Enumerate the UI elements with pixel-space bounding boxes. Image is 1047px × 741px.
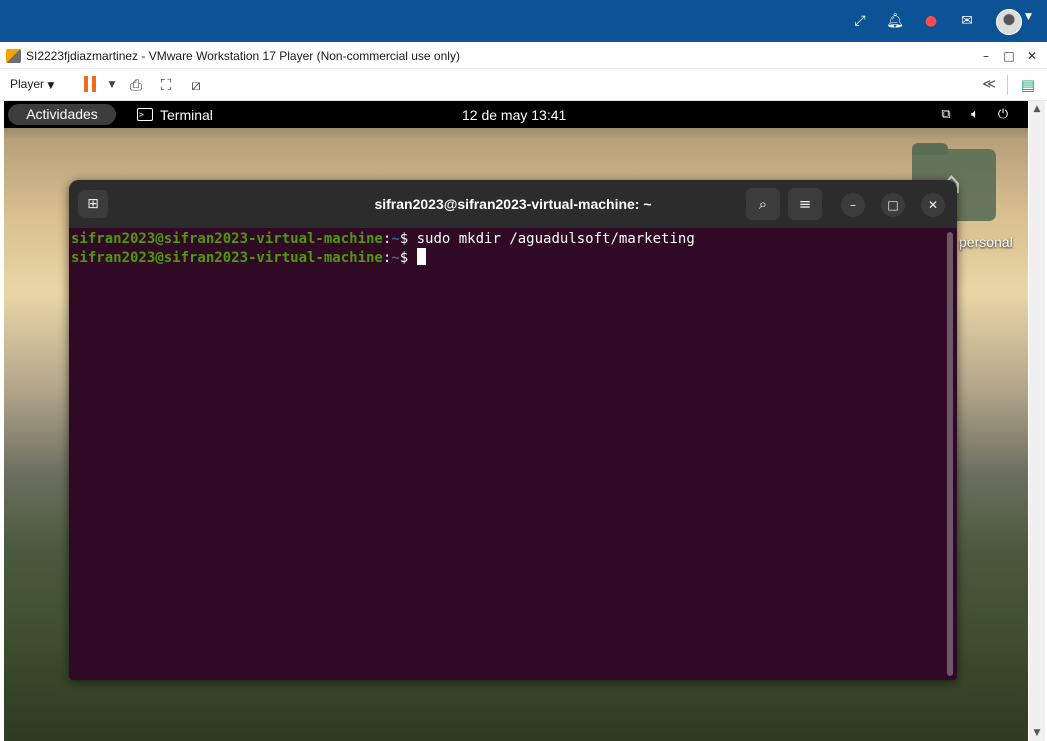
volume-icon[interactable]: 🔈︎ (966, 105, 984, 125)
terminal-header-bar[interactable]: sifran2023@sifran2023-virtual-machine: ~… (69, 180, 957, 228)
clock[interactable]: 12 de may 13:41 (462, 105, 566, 125)
bell-icon[interactable]: 🔔︎ (886, 12, 904, 30)
close-button[interactable]: ✕ (1023, 47, 1041, 65)
network-icon[interactable]: ⧉ (937, 105, 955, 125)
app-menu[interactable]: Terminal (137, 105, 213, 125)
expand-icon[interactable]: ⤢ (851, 12, 869, 30)
window-title: SI2223fjdiazmartinez - VMware Workstatio… (26, 49, 460, 63)
vm-scrollbar[interactable]: ▲ ▼ (1029, 101, 1045, 741)
terminal-icon (137, 105, 153, 125)
toolbar-divider (1007, 75, 1008, 95)
search-button[interactable]: ⌕ (746, 188, 780, 220)
player-menu-label: Player (10, 77, 45, 91)
chevron-down-icon: ▼ (47, 81, 55, 91)
activities-button[interactable]: Actividades (8, 104, 116, 125)
terminal-output[interactable]: sifran2023@sifran2023-virtual-machine:~$… (69, 228, 947, 680)
terminal-title: sifran2023@sifran2023-virtual-machine: ~ (374, 196, 652, 212)
vmware-logo-icon (6, 49, 21, 63)
fullscreen-icon[interactable]: ⛶ (156, 75, 176, 95)
prompt-user: sifran2023@sifran2023-virtual-machine (71, 231, 383, 247)
prompt-symbol: $ (399, 250, 417, 266)
chevron-down-icon[interactable]: ▼ (102, 75, 122, 95)
chat-icon[interactable]: ● (922, 12, 940, 30)
minimize-button[interactable]: – (841, 193, 865, 217)
player-menu[interactable]: Player ▼ (10, 77, 54, 91)
notes-icon[interactable]: ▤ (1018, 75, 1038, 95)
vmware-title-bar: SI2223fjdiazmartinez - VMware Workstatio… (0, 44, 1047, 69)
power-icon[interactable]: ⏻ (994, 105, 1012, 125)
maximize-button[interactable]: □ (1000, 47, 1018, 65)
minimize-button[interactable]: – (977, 47, 995, 65)
prompt-path: ~ (391, 250, 400, 266)
pause-button[interactable] (82, 75, 98, 93)
gnome-top-bar: Actividades Terminal 12 de may 13:41 ⧉ 🔈… (4, 101, 1028, 128)
terminal-window[interactable]: sifran2023@sifran2023-virtual-machine: ~… (69, 180, 957, 680)
close-button[interactable]: ✕ (921, 193, 945, 217)
vm-screen[interactable]: Actividades Terminal 12 de may 13:41 ⧉ 🔈… (4, 101, 1028, 741)
scroll-up-icon[interactable]: ▲ (1029, 101, 1045, 117)
app-menu-label: Terminal (160, 107, 213, 123)
command-text: sudo mkdir /aguadulsoft/marketing (416, 231, 695, 247)
prompt-path: ~ (391, 231, 400, 247)
new-tab-button[interactable]: ⊞ (78, 190, 108, 218)
text-cursor (416, 248, 426, 265)
vmware-toolbar: Player ▼ ▼ ⎙ ⛶ ⧄ ≪ ▤ (0, 69, 1047, 101)
avatar[interactable] (996, 9, 1022, 35)
terminal-line: sifran2023@sifran2023-virtual-machine:~$… (71, 230, 947, 248)
browser-top-bar: ⤢ 🔔︎ ● ✉ ▼ (0, 0, 1047, 42)
menu-button[interactable]: ≡ (788, 188, 822, 220)
scroll-down-icon[interactable]: ▼ (1029, 725, 1045, 741)
chevron-down-icon[interactable]: ▼ (1025, 12, 1032, 22)
home-folder-label[interactable]: personal (959, 234, 1013, 250)
terminal-scrollbar[interactable] (947, 232, 953, 676)
collapse-icon[interactable]: ≪ (979, 75, 999, 95)
send-ctrl-alt-del-icon[interactable]: ⎙ (126, 75, 146, 95)
unity-icon[interactable]: ⧄ (186, 75, 206, 95)
mail-icon[interactable]: ✉ (958, 12, 976, 30)
terminal-line: sifran2023@sifran2023-virtual-machine:~$ (71, 248, 947, 267)
maximize-button[interactable]: □ (881, 193, 905, 217)
prompt-symbol: $ (399, 231, 417, 247)
prompt-user: sifran2023@sifran2023-virtual-machine (71, 250, 383, 266)
